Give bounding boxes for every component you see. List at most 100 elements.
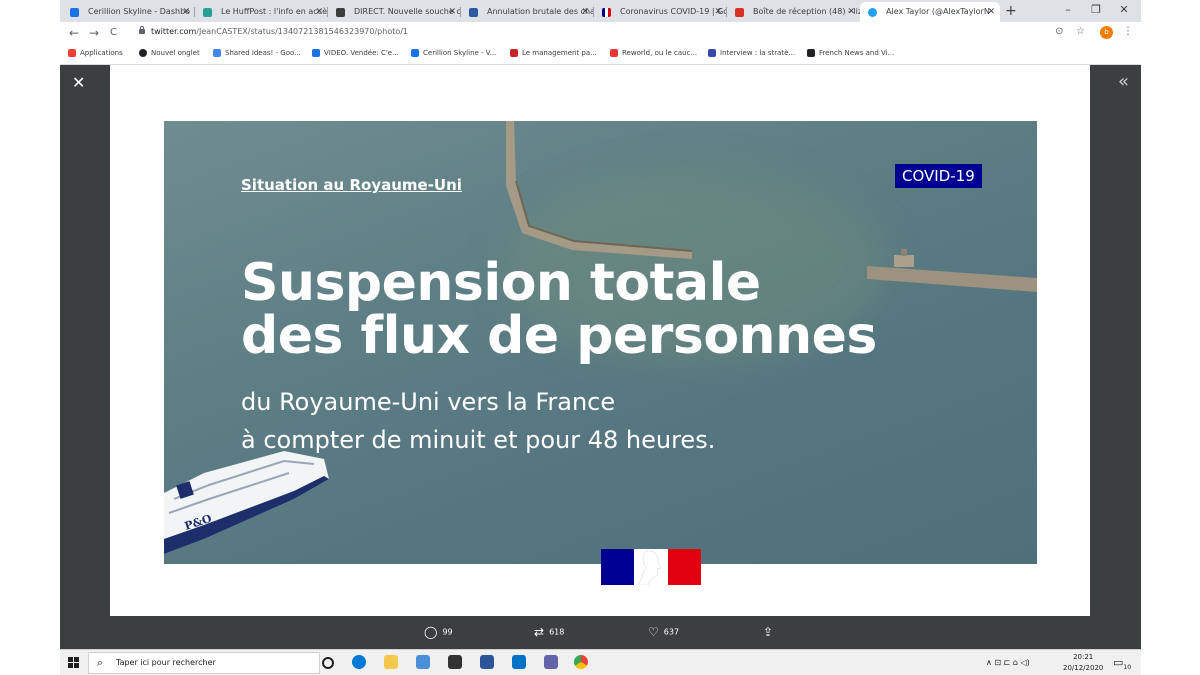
- bookmark-label: Applications: [80, 49, 123, 57]
- gmail-icon: [735, 8, 744, 17]
- bookmark-label: Cerillion Skyline - V...: [423, 49, 497, 57]
- tab-title: Coronavirus COVID-19 | Go: [620, 7, 727, 16]
- like-button[interactable]: ♡ 637: [648, 625, 679, 640]
- tab-close-icon[interactable]: ✕: [581, 2, 589, 22]
- close-window-button[interactable]: ✕: [1109, 0, 1139, 20]
- back-button[interactable]: ←: [69, 25, 79, 41]
- bookmark-label: French News and Vi...: [819, 49, 895, 57]
- tab-close-icon[interactable]: ✕: [847, 2, 855, 22]
- tab-close-icon[interactable]: ✕: [315, 2, 323, 22]
- reload-button[interactable]: C: [110, 25, 117, 41]
- reply-count: 99: [442, 627, 453, 637]
- tab-cerillion[interactable]: Cerillion Skyline - Dashbo ✕: [62, 2, 195, 22]
- edge-icon[interactable]: [352, 655, 366, 669]
- system-tray-icons[interactable]: ∧ ⊡ ⊏ ⌂ ◁): [986, 658, 1030, 667]
- bookmark-management[interactable]: Le management pa...: [510, 49, 597, 57]
- tab-annulation[interactable]: Annulation brutale des cha ✕: [461, 2, 594, 22]
- outlook-icon[interactable]: [512, 655, 526, 669]
- clock-time: 20:21: [1073, 653, 1094, 661]
- new-tab-button[interactable]: +: [1005, 2, 1017, 20]
- cloud-icon: [411, 49, 419, 57]
- bookmark-shared-ideas[interactable]: Shared ideas! - Goo...: [213, 49, 301, 57]
- dropbox-icon[interactable]: [416, 655, 430, 669]
- windows-taskbar: ⌕ Taper ici pour rechercher ∧ ⊡ ⊏ ⌂ ◁) 2…: [60, 649, 1141, 675]
- minimize-button[interactable]: –: [1053, 0, 1083, 20]
- lock-icon[interactable]: [139, 26, 145, 34]
- headline: Suspension totale des flux de personnes: [241, 257, 877, 363]
- news-icon: [312, 49, 320, 57]
- marianne-logo: [601, 549, 701, 585]
- news-icon: [469, 8, 478, 17]
- bookmark-nouvel-onglet[interactable]: Nouvel onglet: [139, 49, 200, 57]
- bookmark-star-icon[interactable]: ☆: [1076, 26, 1085, 37]
- bookmark-interview[interactable]: Interview : la stratè...: [708, 49, 795, 57]
- twitter-icon: [868, 8, 877, 17]
- news-icon: [510, 49, 518, 57]
- collapse-icon[interactable]: «: [1118, 73, 1129, 91]
- tab-close-icon[interactable]: ✕: [448, 2, 456, 22]
- bookmark-label: Le management pa...: [522, 49, 597, 57]
- menu-icon[interactable]: ⋮: [1123, 26, 1133, 37]
- cast-icon[interactable]: ⊙: [1055, 26, 1063, 37]
- forward-button[interactable]: →: [89, 25, 99, 41]
- section-label: Situation au Royaume-Uni: [241, 176, 462, 194]
- retweet-icon: ⇄: [534, 625, 545, 639]
- tab-direct[interactable]: DIRECT. Nouvelle souche c ✕: [328, 2, 461, 22]
- store-icon[interactable]: [448, 655, 462, 669]
- tab-title: Le HuffPost : l'info en accè: [221, 7, 328, 16]
- word-icon[interactable]: [480, 655, 494, 669]
- windows-start-icon[interactable]: [68, 657, 80, 669]
- clock[interactable]: 20:21 20/12/2020: [1063, 652, 1103, 674]
- subheadline-line: à compter de minuit et pour 48 heures.: [241, 426, 716, 454]
- headline-line: des flux de personnes: [241, 306, 877, 366]
- tab-close-icon[interactable]: ✕: [182, 2, 190, 22]
- tab-close-icon[interactable]: ✕: [714, 2, 722, 22]
- bookmark-label: Interview : la stratè...: [720, 49, 796, 57]
- jetty-left: [506, 121, 692, 259]
- tab-strip: Cerillion Skyline - Dashbo ✕ Le HuffPost…: [60, 0, 1141, 22]
- bookmark-label: Reworld, ou le cauc...: [622, 49, 698, 57]
- tweet-image[interactable]: P&O Situation au Royaume-Uni COVID-19 Su…: [110, 65, 1090, 616]
- bookmark-cerillion[interactable]: Cerillion Skyline - V...: [411, 49, 496, 57]
- close-icon[interactable]: ✕: [72, 75, 85, 91]
- profile-avatar[interactable]: b: [1100, 26, 1113, 39]
- notifications-icon[interactable]: ▭10: [1113, 656, 1131, 671]
- search-placeholder: Taper ici pour rechercher: [116, 658, 216, 667]
- share-icon: ⇪: [763, 625, 774, 639]
- bookmark-label: Shared ideas! - Goo...: [225, 49, 301, 57]
- tab-huffpost[interactable]: Le HuffPost : l'info en accè ✕: [195, 2, 328, 22]
- cortana-icon[interactable]: [322, 657, 334, 669]
- covid-badge: COVID-19: [895, 164, 982, 188]
- app-icon[interactable]: [544, 655, 558, 669]
- clock-date: 20/12/2020: [1063, 664, 1104, 672]
- tab-twitter[interactable]: Alex Taylor (@AlexTaylorN ✕: [860, 2, 1000, 22]
- restore-button[interactable]: ❐: [1081, 0, 1111, 20]
- french-flag-icon: [602, 8, 611, 17]
- cloud-icon: [70, 8, 79, 17]
- tab-close-icon[interactable]: ✕: [987, 2, 995, 22]
- reply-button[interactable]: ◯ 99: [424, 625, 453, 640]
- url-host: twitter.com: [151, 27, 197, 36]
- bookmark-french-news[interactable]: French News and Vi...: [807, 49, 894, 57]
- reply-icon: ◯: [424, 625, 438, 639]
- taskbar-search[interactable]: ⌕ Taper ici pour rechercher: [88, 652, 320, 674]
- globe-icon: [139, 49, 147, 57]
- tweet-actions: ◯ 99 ⇄ 618 ♡ 637 ⇪: [60, 616, 1141, 649]
- bookmark-reworld[interactable]: Reworld, ou le cauc...: [610, 49, 697, 57]
- bookmark-applications[interactable]: Applications: [68, 49, 123, 57]
- ferry: P&O: [164, 451, 329, 554]
- tab-title: Cerillion Skyline - Dashbo: [88, 7, 191, 16]
- tab-coronavirus[interactable]: Coronavirus COVID-19 | Go ✕: [594, 2, 727, 22]
- share-button[interactable]: ⇪: [763, 625, 778, 640]
- tab-gmail[interactable]: Boîte de réception (48) - liz ✕: [727, 2, 860, 22]
- chrome-icon[interactable]: [574, 655, 588, 669]
- news-icon: [610, 49, 618, 57]
- file-explorer-icon[interactable]: [384, 655, 398, 669]
- headline-line: Suspension totale: [241, 253, 761, 313]
- address-input[interactable]: twitter.com/JeanCASTEX/status/1340721381…: [151, 27, 408, 36]
- url-path: /JeanCASTEX/status/1340721381546323970/p…: [196, 27, 409, 36]
- tab-title: Annulation brutale des cha: [487, 7, 594, 16]
- flag-blue: [601, 549, 635, 585]
- retweet-button[interactable]: ⇄ 618: [534, 625, 564, 640]
- bookmark-video-vendee[interactable]: VIDEO. Vendée: C'e...: [312, 49, 399, 57]
